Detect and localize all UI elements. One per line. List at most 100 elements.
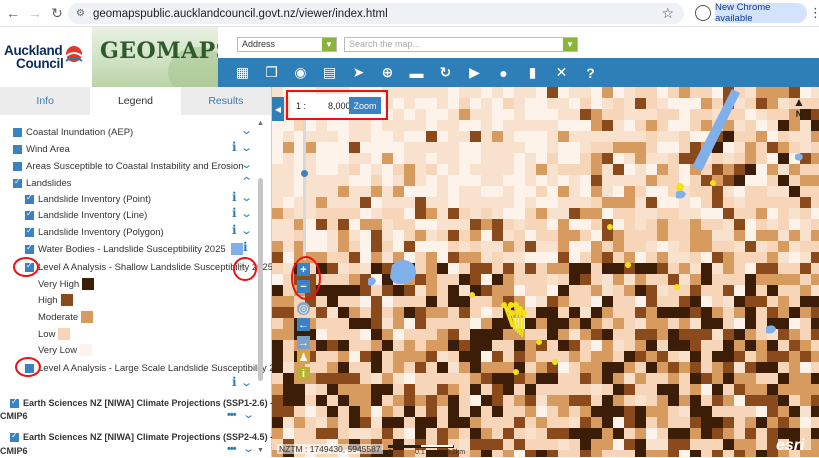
raster-cell xyxy=(800,296,811,307)
site-info-icon[interactable]: ⚙ xyxy=(76,8,85,19)
layer-checkbox[interactable] xyxy=(25,209,34,220)
annotation-checkbox-highlight xyxy=(15,357,41,377)
chevron-up-icon[interactable]: ⌄ xyxy=(240,174,253,187)
back-extent-icon[interactable]: ← xyxy=(297,318,310,331)
print-icon[interactable]: ▤ xyxy=(320,63,339,82)
raster-cell xyxy=(569,395,580,406)
raster-cell xyxy=(349,362,360,373)
layer-checkbox[interactable] xyxy=(10,431,19,442)
landslide-susceptibility-map[interactable] xyxy=(272,87,819,457)
chrome-update-button[interactable]: New Chrome available xyxy=(715,2,807,24)
zoom-slider-handle[interactable] xyxy=(301,170,308,177)
bookmark-icon[interactable]: ▮ xyxy=(523,63,542,82)
chevron-down-icon[interactable]: ▼ xyxy=(322,38,336,51)
chevron-down-icon[interactable]: ⌄ xyxy=(240,158,253,171)
chevron-down-icon[interactable]: ⌄ xyxy=(240,224,253,237)
pin-icon[interactable]: ● xyxy=(494,63,513,82)
raster-cell xyxy=(525,296,536,307)
chevron-down-icon[interactable]: ⌄ xyxy=(240,376,253,389)
raster-cell xyxy=(789,285,800,296)
identify-info-icon[interactable]: i xyxy=(297,367,310,380)
compass-icon[interactable]: ◎ xyxy=(297,302,310,315)
raster-cell xyxy=(470,230,481,241)
scroll-down-arrow[interactable]: ▼ xyxy=(257,447,264,454)
raster-cell xyxy=(382,142,393,153)
eye-icon[interactable]: ◉ xyxy=(291,63,310,82)
raster-cell xyxy=(701,395,712,406)
more-options-icon[interactable]: ••• xyxy=(227,409,237,421)
browser-menu-icon[interactable]: ⋮ xyxy=(809,5,819,21)
scroll-up-arrow[interactable]: ▲ xyxy=(257,120,264,127)
layer-checkbox[interactable] xyxy=(25,193,34,204)
raster-cell xyxy=(613,329,624,340)
locate-icon[interactable]: ⊕ xyxy=(378,63,397,82)
map-search-input[interactable]: Search the map... ▼ xyxy=(344,37,578,52)
legend-item-water-bodies[interactable]: Water Bodies - Landslide Susceptibility … xyxy=(25,242,243,256)
layer-checkbox[interactable] xyxy=(25,243,34,254)
url-text[interactable]: geomapspublic.aucklandcouncil.govt.nz/vi… xyxy=(93,8,388,20)
tools-icon[interactable]: ✕ xyxy=(552,63,571,82)
panel-scrollbar[interactable] xyxy=(258,178,263,381)
chevron-down-icon[interactable]: ⌄ xyxy=(240,191,253,204)
streetview-camera-icon[interactable]: ▶ xyxy=(465,63,484,82)
chevron-down-icon[interactable]: ⌄ xyxy=(240,124,253,137)
legend-item-inventory-point[interactable]: Landslide Inventory (Point) xyxy=(25,192,151,206)
legend-item-climate-ssp126[interactable]: Earth Sciences NZ [NIWA] Climate Project… xyxy=(10,396,273,410)
tab-legend[interactable]: Legend xyxy=(90,87,181,115)
basemap-icon[interactable]: ▦ xyxy=(233,63,252,82)
profile-icon[interactable] xyxy=(695,5,711,21)
select-pointer-icon[interactable]: ➤ xyxy=(349,63,368,82)
info-icon[interactable]: i xyxy=(232,190,237,204)
layer-checkbox[interactable] xyxy=(25,226,34,237)
chevron-down-icon[interactable]: ⌄ xyxy=(242,408,255,421)
legend-item-coastal-instability[interactable]: Areas Susceptible to Coastal Instability… xyxy=(13,159,244,173)
legend-item-inventory-line[interactable]: Landslide Inventory (Line) xyxy=(25,208,147,222)
search-type-select[interactable]: Address ▼ xyxy=(237,37,337,52)
address-bar[interactable]: ⚙ geomapspublic.aucklandcouncil.govt.nz/… xyxy=(68,3,684,24)
legend-item-landslides[interactable]: Landslides xyxy=(13,176,71,190)
layer-checkbox[interactable] xyxy=(13,177,22,188)
raster-cell xyxy=(668,263,679,274)
map-canvas[interactable] xyxy=(272,87,819,457)
info-icon[interactable]: i xyxy=(232,206,237,220)
layer-checkbox[interactable] xyxy=(13,161,22,171)
layer-checkbox[interactable] xyxy=(13,127,22,137)
forward-extent-icon[interactable]: → xyxy=(297,336,310,349)
street-view-person-icon[interactable]: ♟ xyxy=(297,351,310,364)
layer-checkbox[interactable] xyxy=(10,397,19,408)
legend-item-level-a-large[interactable]: Level A Analysis - Large Scale Landslide… xyxy=(25,361,290,375)
more-options-icon[interactable]: ••• xyxy=(227,443,237,455)
layers-icon[interactable]: ❐ xyxy=(262,63,281,82)
legend-item-climate-ssp245[interactable]: Earth Sciences NZ [NIWA] Climate Project… xyxy=(10,430,273,444)
chevron-down-icon[interactable]: ▼ xyxy=(563,38,577,51)
tab-results[interactable]: Results xyxy=(181,87,271,115)
raster-cell xyxy=(745,142,756,153)
legend-item-inventory-polygon[interactable]: Landslide Inventory (Polygon) xyxy=(25,225,164,239)
scale-bar-line xyxy=(388,445,454,448)
layer-checkbox[interactable] xyxy=(13,144,22,154)
measure-ruler-icon[interactable]: ▬ xyxy=(407,63,426,82)
zoom-slider-track[interactable] xyxy=(303,120,306,260)
refresh-icon[interactable]: ↻ xyxy=(436,63,455,82)
reload-icon[interactable]: ↻ xyxy=(46,2,68,24)
back-icon[interactable]: ← xyxy=(2,2,24,24)
bookmark-star-icon[interactable]: ☆ xyxy=(661,5,674,22)
collapse-panel-button[interactable]: ◀ xyxy=(272,97,284,121)
raster-cell xyxy=(327,329,338,340)
legend-item-wind-area[interactable]: Wind Area xyxy=(13,142,70,156)
help-icon[interactable]: ? xyxy=(581,63,600,82)
raster-cell xyxy=(745,109,756,120)
raster-cell xyxy=(668,307,679,318)
forward-icon[interactable]: → xyxy=(24,2,46,24)
raster-cell xyxy=(525,340,536,351)
legend-item-coastal-inundation[interactable]: Coastal Inundation (AEP) xyxy=(13,125,133,139)
chevron-down-icon[interactable]: ⌄ xyxy=(240,207,253,220)
chevron-down-icon[interactable]: ⌄ xyxy=(242,442,255,455)
info-icon[interactable]: i xyxy=(243,240,248,254)
tab-info[interactable]: Info xyxy=(0,87,90,115)
info-icon[interactable]: i xyxy=(232,223,237,237)
info-icon[interactable]: i xyxy=(232,375,237,389)
info-icon[interactable]: i xyxy=(232,140,237,154)
chevron-down-icon[interactable]: ⌄ xyxy=(240,141,253,154)
raster-cell xyxy=(723,274,734,285)
